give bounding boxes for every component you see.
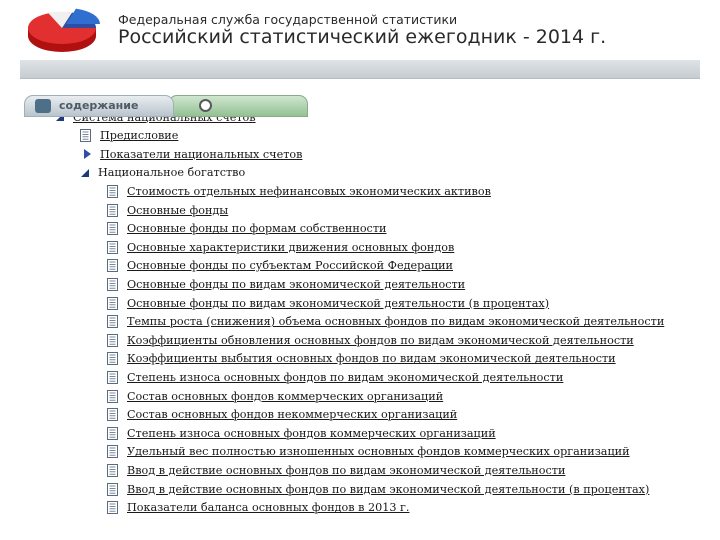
collapsed-arrow-icon bbox=[84, 149, 91, 160]
document-icon bbox=[107, 184, 118, 198]
expanded-arrow-icon bbox=[81, 168, 89, 177]
tree-item-page[interactable]: Основные фонды по формам собственности bbox=[107, 220, 386, 238]
tree-item-page[interactable]: Основные фонды по видам экономической де… bbox=[107, 294, 549, 312]
document-icon bbox=[107, 426, 118, 440]
tree-item-page-label: Степень износа основных фондов по видам … bbox=[127, 370, 564, 384]
tree-item-page[interactable]: Основные фонды по субъектам Российской Ф… bbox=[107, 257, 453, 275]
tab-contents[interactable]: содержание bbox=[24, 95, 174, 117]
tree-item-page-label: Основные характеристики движения основны… bbox=[127, 240, 455, 254]
tree-item-page-label: Темпы роста (снижения) объема основных ф… bbox=[127, 315, 665, 329]
page-title: Российский статистический ежегодник - 20… bbox=[118, 26, 607, 48]
tree-item-page-label: Состав основных фондов некоммерческих ор… bbox=[127, 408, 458, 422]
tree-item-page[interactable]: Удельный вес полностью изношенных основн… bbox=[107, 443, 630, 461]
tree-item-page-label: Основные фонды по субъектам Российской Ф… bbox=[127, 259, 454, 273]
document-icon bbox=[107, 333, 118, 347]
tab-contents-label: содержание bbox=[59, 99, 139, 112]
tree-item-page[interactable]: Степень износа основных фондов коммерчес… bbox=[107, 424, 496, 442]
tree-node-folder-label: Показатели национальных счетов bbox=[100, 147, 303, 161]
document-icon bbox=[107, 389, 118, 403]
document-icon bbox=[107, 222, 118, 236]
organization-name: Федеральная служба государственной стати… bbox=[118, 12, 458, 27]
document-icon bbox=[107, 259, 118, 273]
tree-node-folder-expanded[interactable]: Национальное богатство bbox=[80, 164, 245, 182]
tree-item-page-label: Стоимость отдельных нефинансовых экономи… bbox=[127, 184, 491, 198]
tree-item-page[interactable]: Состав основных фондов коммерческих орга… bbox=[107, 387, 443, 405]
tree-item-page[interactable]: Темпы роста (снижения) объема основных ф… bbox=[107, 313, 664, 331]
document-icon bbox=[107, 240, 118, 254]
tree-item-page-label: Основные фонды bbox=[127, 203, 229, 217]
tree-item-page-label: Основные фонды по видам экономической де… bbox=[127, 277, 466, 291]
pie-chart-logo-icon bbox=[28, 8, 101, 52]
tree-item-page-label: Степень износа основных фондов коммерчес… bbox=[127, 426, 496, 440]
tree-item-page[interactable]: Основные характеристики движения основны… bbox=[107, 238, 454, 256]
tree-item-page[interactable]: Предисловие bbox=[80, 127, 178, 145]
document-icon bbox=[107, 501, 118, 515]
tree-item-page-label: Коэффициенты выбытия основных фондов по … bbox=[127, 352, 616, 366]
document-icon bbox=[107, 370, 118, 384]
tree-item-page-label: Основные фонды по видам экономической де… bbox=[127, 296, 550, 310]
document-icon bbox=[80, 129, 91, 143]
tree-item-page-label: Показатели баланса основных фондов в 201… bbox=[127, 501, 410, 515]
contents-tree: Система национальных счетов Предисловие По… bbox=[0, 104, 720, 540]
document-icon bbox=[107, 296, 118, 310]
tree-item-page-label: Состав основных фондов коммерческих орга… bbox=[127, 389, 444, 403]
tree-item-page[interactable]: Показатели баланса основных фондов в 201… bbox=[107, 499, 409, 517]
tree-item-page[interactable]: Основные фонды bbox=[107, 201, 228, 219]
tree-item-page[interactable]: Степень износа основных фондов по видам … bbox=[107, 368, 563, 386]
contents-icon bbox=[35, 99, 51, 113]
document-icon bbox=[107, 277, 118, 291]
document-icon bbox=[107, 445, 118, 459]
tree-item-page-label: Удельный вес полностью изношенных основн… bbox=[127, 445, 630, 459]
tree-item-page[interactable]: Состав основных фондов некоммерческих ор… bbox=[107, 406, 457, 424]
document-icon bbox=[107, 408, 118, 422]
tab-search[interactable] bbox=[168, 95, 308, 117]
document-icon bbox=[107, 463, 118, 477]
tree-item-page-label: Предисловие bbox=[100, 129, 179, 143]
document-icon bbox=[107, 203, 118, 217]
tree-node-folder[interactable]: Показатели национальных счетов bbox=[82, 145, 302, 163]
tree-item-page[interactable]: Коэффициенты обновления основных фондов … bbox=[107, 331, 634, 349]
tab-bar: содержание bbox=[24, 95, 314, 117]
tree-item-page[interactable]: Основные фонды по видам экономической де… bbox=[107, 275, 465, 293]
search-icon bbox=[199, 99, 212, 112]
tree-item-page-label: Коэффициенты обновления основных фондов … bbox=[127, 333, 634, 347]
tree-item-page-label: Ввод в действие основных фондов по видам… bbox=[127, 482, 650, 496]
document-icon bbox=[107, 482, 118, 496]
tree-item-page[interactable]: Ввод в действие основных фондов по видам… bbox=[107, 461, 565, 479]
tree-item-page[interactable]: Ввод в действие основных фондов по видам… bbox=[107, 480, 649, 498]
tree-item-page[interactable]: Коэффициенты выбытия основных фондов по … bbox=[107, 350, 616, 368]
header-band bbox=[20, 60, 700, 79]
document-icon bbox=[107, 352, 118, 366]
tree-item-page[interactable]: Стоимость отдельных нефинансовых экономи… bbox=[107, 182, 491, 200]
tree-item-page-label: Ввод в действие основных фондов по видам… bbox=[127, 463, 566, 477]
document-icon bbox=[107, 315, 118, 329]
tree-item-page-label: Основные фонды по формам собственности bbox=[127, 222, 387, 236]
tree-node-folder-expanded-label: Национальное богатство bbox=[98, 166, 246, 180]
